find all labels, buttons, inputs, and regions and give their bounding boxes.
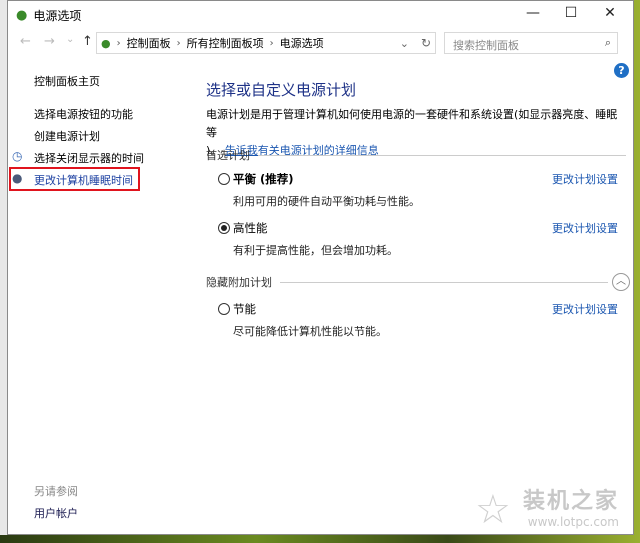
back-button[interactable]: ← xyxy=(20,34,31,49)
forward-button[interactable]: → xyxy=(44,34,55,49)
plan-balanced-desc: 利用可用的硬件自动平衡功耗与性能。 xyxy=(233,195,420,208)
collapse-chevron-up-icon[interactable]: ︿ xyxy=(612,273,630,291)
navigation-bar: ← → ⌄ ↑ ● › 控制面板 › 所有控制面板项 › 电源选项 ⌄ ↻ 搜索… xyxy=(8,32,633,54)
sidebar-item-create-plan[interactable]: 创建电源计划 xyxy=(34,128,100,144)
monitor-clock-icon: ◷ xyxy=(12,149,23,163)
plan-high-performance-desc: 有利于提高性能，但会增加功耗。 xyxy=(233,244,398,257)
plan-power-saver-radio[interactable] xyxy=(218,303,230,315)
page-title: 选择或自定义电源计划 xyxy=(206,81,357,99)
plan-high-performance-change-link[interactable]: 更改计划设置 xyxy=(552,220,618,236)
plan-high-performance: 高性能 有利于提高性能，但会增加功耗。 更改计划设置 xyxy=(218,220,618,258)
breadcrumb-control-panel[interactable]: 控制面板 xyxy=(127,35,171,51)
window-title: 电源选项 xyxy=(33,8,82,23)
refresh-button[interactable]: ↻ xyxy=(421,36,431,50)
power-options-window: ● 电源选项 — ☐ ✕ ← → ⌄ ↑ ● › 控制面板 › 所有控制面板项 … xyxy=(7,0,634,535)
address-bar[interactable]: ● › 控制面板 › 所有控制面板项 › 电源选项 ⌄ ↻ xyxy=(96,32,436,54)
plan-balanced-name[interactable]: 平衡 (推荐) xyxy=(233,172,294,186)
help-button[interactable]: ? xyxy=(614,63,629,78)
sidebar-home[interactable]: 控制面板主页 xyxy=(34,73,100,89)
breadcrumb-power-options[interactable]: 电源选项 xyxy=(280,35,324,51)
plan-high-performance-radio[interactable] xyxy=(218,222,230,234)
preferred-plans-header: 首选计划 xyxy=(206,147,626,163)
close-button[interactable]: ✕ xyxy=(600,5,620,21)
search-input[interactable]: 搜索控制面板 ⌕ xyxy=(444,32,618,54)
control-panel-icon: ● xyxy=(101,36,111,50)
maximize-button[interactable]: ☐ xyxy=(561,5,581,21)
sidebar-item-display-off[interactable]: 选择关闭显示器的时间 xyxy=(34,150,144,166)
preferred-plans-label: 首选计划 xyxy=(206,149,250,162)
highlight-box xyxy=(9,167,140,191)
watermark-star-icon: ☆ xyxy=(474,487,511,533)
search-icon[interactable]: ⌕ xyxy=(605,36,611,50)
plan-power-saver: 节能 尽可能降低计算机性能以节能。 更改计划设置 xyxy=(218,301,618,339)
power-options-icon: ● xyxy=(16,7,28,23)
plan-power-saver-desc: 尽可能降低计算机性能以节能。 xyxy=(233,325,387,338)
plan-power-saver-change-link[interactable]: 更改计划设置 xyxy=(552,301,618,317)
plan-balanced-change-link[interactable]: 更改计划设置 xyxy=(552,171,618,187)
plan-balanced-radio[interactable] xyxy=(218,173,230,185)
hidden-plans-header: 隐藏附加计划 ︿ xyxy=(206,273,630,291)
watermark-url: www.lotpc.com xyxy=(527,515,619,529)
breadcrumb-all-items[interactable]: 所有控制面板项 xyxy=(187,35,264,51)
plan-high-performance-name[interactable]: 高性能 xyxy=(233,221,268,235)
hidden-plans-label: 隐藏附加计划 xyxy=(206,276,272,289)
sidebar-item-power-button[interactable]: 选择电源按钮的功能 xyxy=(34,106,133,122)
plan-balanced: 平衡 (推荐) 利用可用的硬件自动平衡功耗与性能。 更改计划设置 xyxy=(218,171,618,209)
watermark-name: 装机之家 xyxy=(522,489,619,514)
up-button[interactable]: ↑ xyxy=(82,34,93,49)
recent-locations-button[interactable]: ⌄ xyxy=(66,34,74,45)
watermark: ☆ 装机之家 www.lotpc.com xyxy=(475,483,619,533)
user-accounts-link[interactable]: 用户帐户 xyxy=(34,505,78,521)
see-also-label: 另请参阅 xyxy=(34,485,78,498)
search-placeholder: 搜索控制面板 xyxy=(453,39,519,52)
main-content: 选择或自定义电源计划 电源计划是用于管理计算机如何使用电源的一套硬件和系统设置(… xyxy=(206,79,630,338)
minimize-button[interactable]: — xyxy=(523,5,543,21)
plan-power-saver-name[interactable]: 节能 xyxy=(233,302,256,316)
address-dropdown-icon[interactable]: ⌄ xyxy=(400,37,409,50)
description-text: 电源计划是用于管理计算机如何使用电源的一套硬件和系统设置(如显示器亮度、睡眠等 xyxy=(206,108,618,139)
